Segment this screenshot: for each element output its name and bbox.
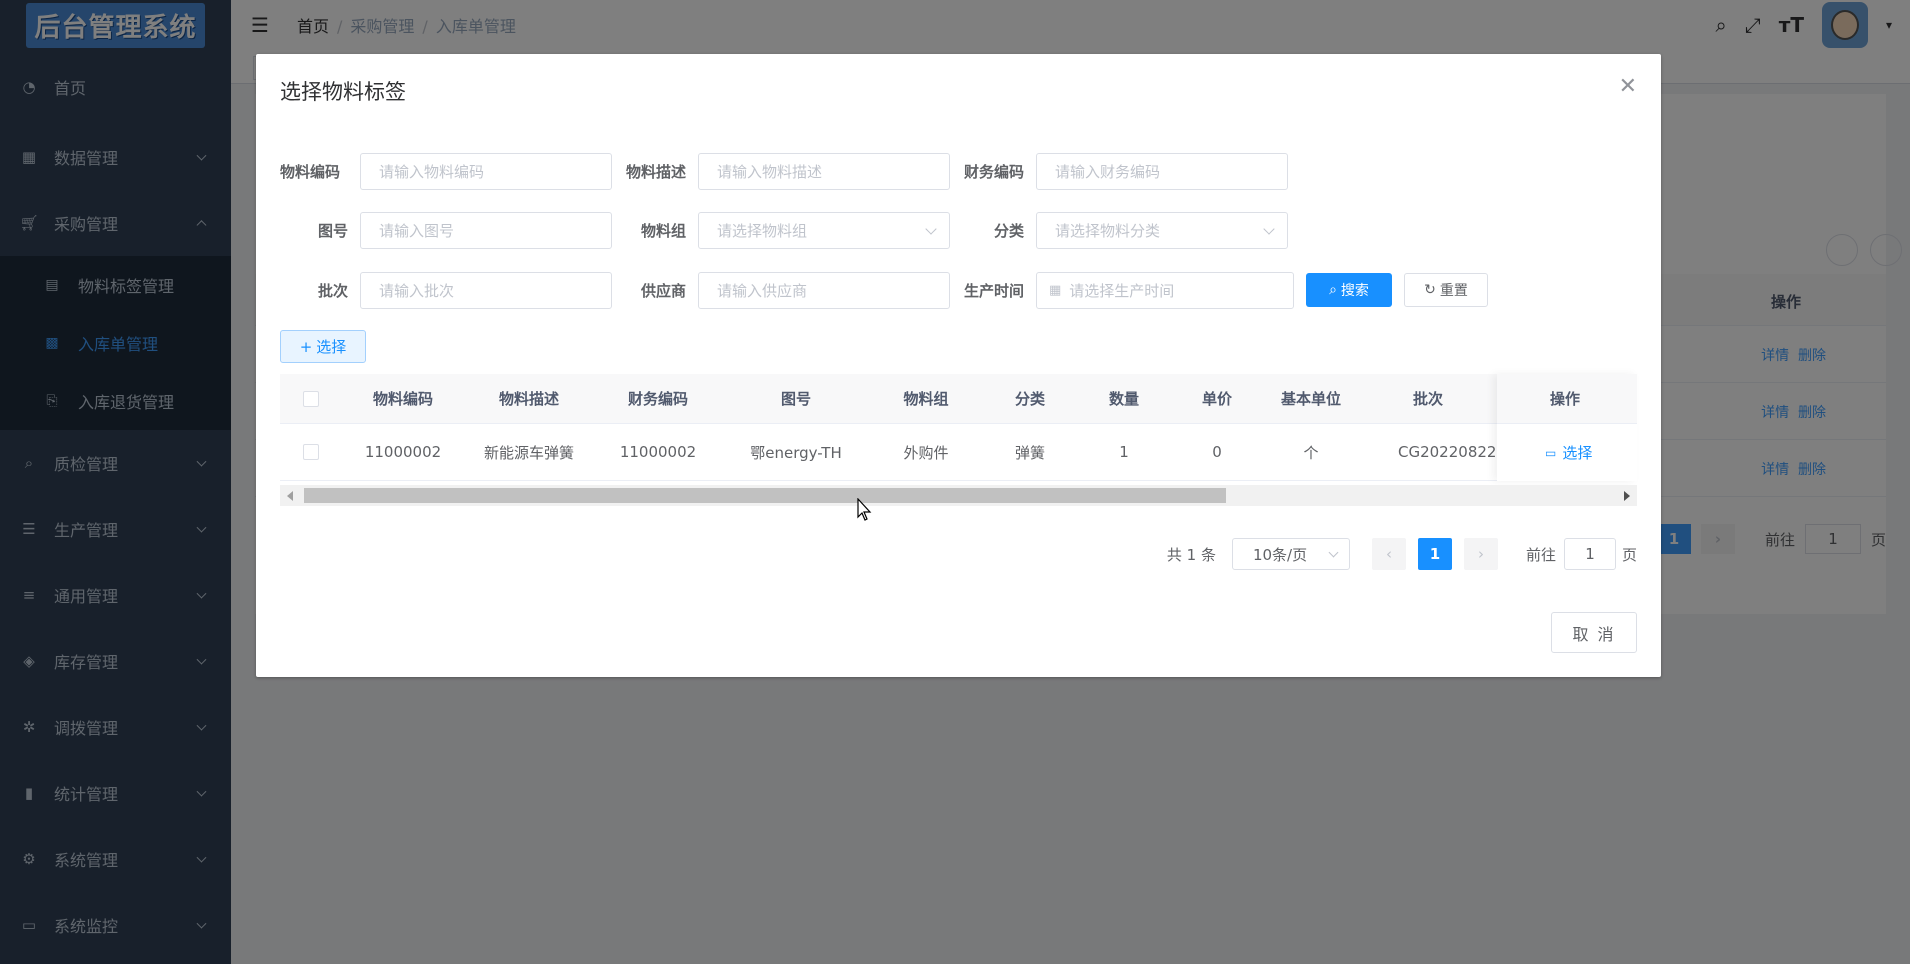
col-unit-price: 单价: [1201, 390, 1232, 408]
next-page-button[interactable]: ›: [1463, 538, 1498, 570]
form-row-1: 物料编码 请输入物料编码 物料描述 请输入物料描述 财务编码 请输入财务编码: [280, 152, 1288, 190]
cell-drawing-no: 鄂energy-TH: [750, 443, 842, 462]
cell-material-code: 11000002: [364, 443, 442, 461]
header-checkbox-cell: [280, 374, 342, 423]
production-time-picker[interactable]: ▦ 请选择生产时间: [1036, 271, 1294, 309]
production-time-placeholder: 请选择生产时间: [1069, 281, 1175, 300]
col-action: 操作: [1497, 374, 1637, 424]
scrollbar-thumb[interactable]: [304, 488, 1226, 503]
drawing-no-label: 图号: [317, 221, 348, 240]
cancel-button[interactable]: 取 消: [1551, 612, 1637, 653]
page-size-select[interactable]: 10条/页: [1231, 538, 1350, 570]
calendar-icon: ▦: [1049, 282, 1062, 298]
cell-finance-code: 11000002: [619, 443, 697, 461]
goto-page-input[interactable]: 1: [1563, 538, 1616, 570]
cell-unit-price: 0: [1212, 443, 1222, 461]
material-group-placeholder: 请选择物料组: [717, 221, 808, 240]
page-size-value: 10条/页: [1252, 545, 1308, 564]
select-button-label: 选择: [316, 338, 347, 356]
form-row-3: 批次 请输入批次 供应商 请输入供应商 生产时间 ▦ 请选择生产时间 ⌕ 搜索 ↻ 重…: [280, 271, 1488, 309]
chevron-down-icon: [925, 222, 937, 235]
search-button[interactable]: ⌕ 搜索: [1306, 273, 1392, 307]
material-desc-input[interactable]: 请输入物料描述: [698, 152, 950, 190]
table-header: 物料编码 物料描述 财务编码 图号 物料组 分类 数量 单价 基本单位 批次: [280, 374, 1637, 424]
category-select[interactable]: 请选择物料分类: [1036, 211, 1288, 249]
material-code-label: 物料编码: [280, 162, 341, 181]
select-icon: ▭: [1545, 445, 1557, 460]
fixed-action-column: 操作 ▭ 选择: [1497, 374, 1637, 481]
category-placeholder: 请选择物料分类: [1055, 221, 1161, 240]
row-select-link[interactable]: ▭ 选择: [1497, 424, 1637, 481]
page-suffix: 页: [1621, 545, 1637, 564]
horizontal-scrollbar[interactable]: [280, 485, 1637, 506]
col-quantity: 数量: [1108, 390, 1139, 408]
material-group-select[interactable]: 请选择物料组: [698, 211, 950, 249]
col-base-unit: 基本单位: [1280, 390, 1341, 408]
plus-icon: +: [299, 337, 313, 356]
col-batch: 批次: [1412, 390, 1443, 408]
material-desc-label: 物料描述: [625, 162, 686, 181]
select-material-dialog: 选择物料标签 ✕ 物料编码 请输入物料编码 物料描述 请输入物料描述 财务编码 …: [256, 54, 1661, 677]
chevron-down-icon: [1328, 547, 1339, 558]
supplier-input[interactable]: 请输入供应商: [698, 271, 950, 309]
row-checkbox-cell: [280, 424, 342, 480]
scroll-right-icon[interactable]: [1624, 491, 1630, 501]
select-all-checkbox[interactable]: [303, 390, 319, 407]
col-material-desc: 物料描述: [498, 390, 559, 408]
finance-code-label: 财务编码: [963, 162, 1024, 181]
production-time-label: 生产时间: [963, 281, 1024, 300]
material-code-input[interactable]: 请输入物料编码: [360, 152, 612, 190]
drawing-no-input[interactable]: 请输入图号: [360, 211, 612, 249]
col-drawing-no: 图号: [780, 390, 811, 408]
reset-button-label: 重置: [1439, 283, 1468, 299]
cell-batch: CG202208222: [1398, 443, 1498, 461]
pagination-total: 共 1 条: [1166, 545, 1216, 564]
batch-label: 批次: [317, 281, 348, 300]
search-button-label: 搜索: [1340, 283, 1369, 299]
cell-material-desc: 新能源车弹簧: [483, 443, 574, 462]
col-material-code: 物料编码: [372, 390, 433, 408]
cell-material-group: 外购件: [903, 443, 949, 462]
col-finance-code: 财务编码: [627, 390, 688, 408]
page-number-current[interactable]: 1: [1417, 538, 1452, 570]
close-icon[interactable]: ✕: [1619, 74, 1637, 99]
mouse-cursor-icon: [857, 498, 872, 521]
col-category: 分类: [1014, 390, 1045, 408]
refresh-icon: ↻: [1424, 282, 1436, 298]
prev-page-button[interactable]: ‹: [1371, 538, 1406, 570]
cell-quantity: 1: [1119, 443, 1129, 461]
dialog-title: 选择物料标签: [280, 80, 406, 104]
row-select-label: 选择: [1562, 444, 1593, 462]
table-row[interactable]: 11000002 新能源车弹簧 11000002 鄂energy-TH 外购件 …: [280, 424, 1637, 481]
reset-button[interactable]: ↻ 重置: [1404, 273, 1488, 307]
supplier-label: 供应商: [640, 281, 686, 300]
batch-input[interactable]: 请输入批次: [360, 271, 612, 309]
goto-label: 前往: [1525, 545, 1556, 564]
col-material-group: 物料组: [903, 390, 949, 408]
cell-base-unit: 个: [1303, 443, 1319, 462]
row-checkbox[interactable]: [303, 444, 319, 460]
chevron-down-icon: [1263, 222, 1275, 235]
cell-category: 弹簧: [1014, 443, 1045, 462]
select-button[interactable]: + 选择: [280, 330, 366, 363]
pagination: 共 1 条 10条/页 ‹ 1 › 前往 1 页: [1167, 538, 1637, 570]
search-icon: ⌕: [1329, 282, 1337, 298]
scroll-left-icon[interactable]: [287, 491, 293, 501]
material-group-label: 物料组: [640, 221, 686, 240]
category-label: 分类: [993, 221, 1024, 240]
form-row-2: 图号 请输入图号 物料组 请选择物料组 分类 请选择物料分类: [280, 211, 1288, 249]
material-table: 物料编码 物料描述 财务编码 图号 物料组 分类 数量 单价 基本单位 批次 1…: [280, 374, 1637, 508]
finance-code-input[interactable]: 请输入财务编码: [1036, 152, 1288, 190]
